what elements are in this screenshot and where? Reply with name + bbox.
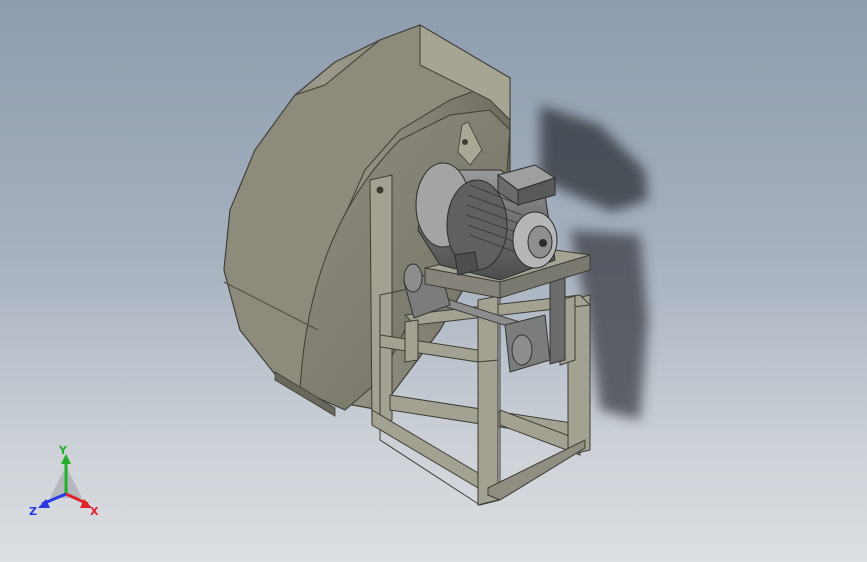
3d-viewport[interactable]: Y X Z <box>0 0 867 562</box>
x-axis-label: X <box>90 505 99 518</box>
y-axis-label: Y <box>58 446 68 457</box>
base-rail <box>487 439 586 501</box>
bearing-right <box>504 314 551 373</box>
fan-assembly-model[interactable] <box>0 0 867 562</box>
z-axis-label: Z <box>29 505 37 518</box>
orientation-triad[interactable]: Y X Z <box>26 446 106 526</box>
